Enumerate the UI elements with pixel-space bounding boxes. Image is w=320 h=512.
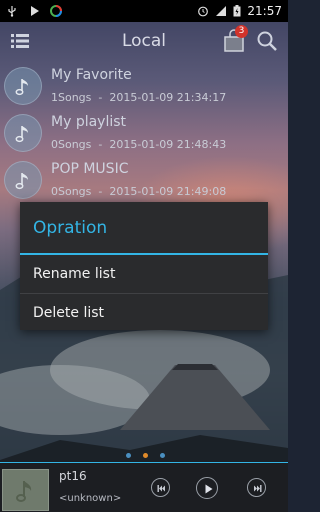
music-note-icon xyxy=(4,161,42,199)
title-bar: Local 3 xyxy=(0,22,288,60)
playlist-name: My playlist xyxy=(51,114,127,130)
delete-list-option[interactable]: Delete list xyxy=(20,294,268,332)
alarm-icon xyxy=(198,6,209,17)
playlist-list: My Favorite 1Songs - 2015-01-09 21:34:17… xyxy=(0,62,288,203)
app-icon xyxy=(50,5,62,17)
next-icon xyxy=(254,485,262,492)
status-bar: 21:57 xyxy=(0,0,288,22)
previous-button[interactable] xyxy=(151,478,170,497)
page-dot[interactable] xyxy=(160,453,165,458)
usb-icon xyxy=(8,6,16,17)
music-note-icon xyxy=(4,114,42,152)
rename-list-option[interactable]: Rename list xyxy=(20,255,268,293)
operation-dialog: Opration Rename list Delete list xyxy=(20,202,268,330)
track-title: pt16 xyxy=(59,469,87,483)
cart-badge: 3 xyxy=(235,25,248,38)
music-note-icon xyxy=(4,67,42,105)
next-button[interactable] xyxy=(247,478,266,497)
track-artist: <unknown> xyxy=(59,493,122,504)
previous-icon xyxy=(157,485,165,492)
page-indicator xyxy=(126,453,165,458)
playlist-item[interactable]: My Favorite 1Songs - 2015-01-09 21:34:17 xyxy=(0,62,288,109)
battery-charging-icon xyxy=(233,5,241,17)
dialog-title: Opration xyxy=(33,218,108,238)
page-dot-active[interactable] xyxy=(143,453,148,458)
playlist-meta: 0Songs - 2015-01-09 21:49:08 xyxy=(51,185,227,198)
playlist-item[interactable]: My playlist 0Songs - 2015-01-09 21:48:43 xyxy=(0,109,288,156)
page-dot[interactable] xyxy=(126,453,131,458)
search-icon[interactable] xyxy=(256,30,278,52)
status-time: 21:57 xyxy=(247,4,282,18)
music-note-icon xyxy=(16,481,32,502)
playlist-meta: 1Songs - 2015-01-09 21:34:17 xyxy=(51,91,227,104)
playlist-meta: 0Songs - 2015-01-09 21:48:43 xyxy=(51,138,227,151)
playlist-name: POP MUSIC xyxy=(51,161,129,177)
playlist-item[interactable]: POP MUSIC 0Songs - 2015-01-09 21:49:08 xyxy=(0,156,288,203)
signal-icon xyxy=(216,6,227,16)
album-art[interactable] xyxy=(2,469,49,511)
mini-player: pt16 <unknown> xyxy=(0,462,288,512)
play-icon xyxy=(205,484,213,494)
play-icon xyxy=(31,6,39,16)
playlist-name: My Favorite xyxy=(51,67,132,83)
play-button[interactable] xyxy=(196,477,218,499)
